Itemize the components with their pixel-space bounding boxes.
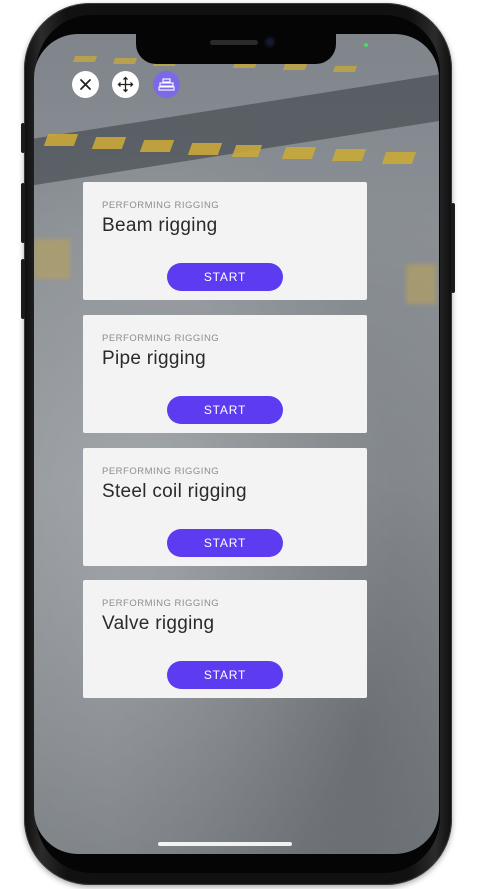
speaker bbox=[210, 40, 258, 45]
camera-indicator bbox=[364, 43, 368, 47]
road-marking bbox=[112, 58, 138, 64]
card-subtitle: PERFORMING RIGGING bbox=[102, 200, 220, 211]
start-button[interactable]: START bbox=[167, 661, 283, 689]
close-icon bbox=[80, 79, 91, 90]
start-button[interactable]: START bbox=[167, 396, 283, 424]
road-marking bbox=[406, 264, 436, 304]
mute-switch bbox=[21, 123, 25, 153]
road-marking bbox=[231, 145, 263, 157]
volume-down-button bbox=[21, 259, 25, 319]
power-button bbox=[451, 203, 455, 293]
notch bbox=[136, 34, 336, 64]
move-button[interactable] bbox=[112, 71, 139, 98]
rigging-card: PERFORMING RIGGING Beam rigging START bbox=[83, 182, 367, 300]
road-marking bbox=[282, 64, 308, 70]
road-marking bbox=[91, 137, 127, 149]
card-subtitle: PERFORMING RIGGING bbox=[102, 333, 220, 344]
card-title: Steel coil rigging bbox=[102, 481, 247, 502]
road-marking bbox=[34, 239, 70, 279]
home-indicator[interactable] bbox=[158, 842, 292, 846]
card-subtitle: PERFORMING RIGGING bbox=[102, 466, 220, 477]
card-subtitle: PERFORMING RIGGING bbox=[102, 598, 220, 609]
rigging-card: PERFORMING RIGGING Steel coil rigging ST… bbox=[83, 448, 367, 566]
rigging-card: PERFORMING RIGGING Valve rigging START bbox=[83, 580, 367, 698]
road-marking bbox=[187, 143, 223, 155]
road-marking bbox=[72, 56, 98, 62]
close-button[interactable] bbox=[72, 71, 99, 98]
card-title: Beam rigging bbox=[102, 215, 218, 236]
rigging-card: PERFORMING RIGGING Pipe rigging START bbox=[83, 315, 367, 433]
front-camera bbox=[264, 36, 276, 48]
road-marking bbox=[43, 134, 79, 146]
move-arrows-icon bbox=[117, 76, 134, 93]
road-marking bbox=[331, 149, 367, 161]
layers-icon bbox=[158, 77, 175, 91]
card-title: Pipe rigging bbox=[102, 348, 206, 369]
road-marking bbox=[139, 140, 175, 152]
road-marking bbox=[381, 152, 417, 164]
start-button[interactable]: START bbox=[167, 529, 283, 557]
road-marking bbox=[332, 66, 358, 72]
volume-up-button bbox=[21, 183, 25, 243]
ar-screen: PERFORMING RIGGING Beam rigging START PE… bbox=[34, 34, 439, 854]
start-button[interactable]: START bbox=[167, 263, 283, 291]
road-marking bbox=[281, 147, 317, 159]
card-title: Valve rigging bbox=[102, 613, 215, 634]
layers-button[interactable] bbox=[153, 71, 180, 98]
